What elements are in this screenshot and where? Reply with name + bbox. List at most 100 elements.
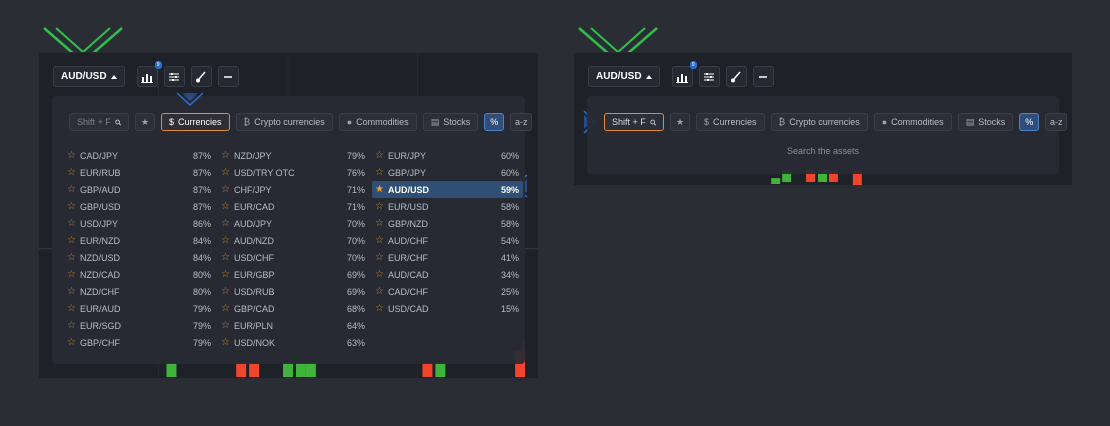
asset-row[interactable]: ☆ EUR/CHF 41% — [372, 249, 523, 266]
asset-row[interactable]: ☆ EUR/RUB 87% — [64, 164, 215, 181]
brush-icon — [731, 71, 741, 82]
star-outline-icon[interactable]: ☆ — [67, 252, 80, 263]
indicators-button[interactable]: 9 — [136, 61, 162, 87]
star-outline-icon[interactable]: ☆ — [221, 252, 234, 263]
asset-selector-button[interactable]: AUD/USD — [588, 66, 660, 87]
star-outline-icon[interactable]: ☆ — [375, 218, 388, 229]
star-outline-icon[interactable]: ☆ — [67, 337, 80, 348]
star-outline-icon[interactable]: ☆ — [221, 201, 234, 212]
asset-row[interactable]: ☆ CAD/JPY 87% — [64, 147, 215, 164]
settings-button[interactable] — [698, 66, 720, 87]
asset-row[interactable]: ☆ USD/TRY OTC 76% — [218, 164, 369, 181]
star-outline-icon[interactable]: ☆ — [67, 184, 80, 195]
star-outline-icon[interactable]: ☆ — [67, 167, 80, 178]
dollar-icon: $ — [704, 117, 710, 127]
asset-row[interactable]: ☆ CHF/JPY 71% — [218, 181, 369, 198]
asset-row[interactable]: ☆ CAD/CHF 25% — [372, 283, 523, 300]
star-outline-icon[interactable]: ☆ — [375, 201, 388, 212]
tab-crypto-currencies[interactable]: ₿ Crypto currencies — [770, 113, 868, 131]
tab-stocks[interactable]: ▤ Stocks — [422, 113, 479, 131]
star-outline-icon[interactable]: ☆ — [67, 201, 80, 212]
star-outline-icon[interactable]: ☆ — [221, 167, 234, 178]
sort-by-percent-button[interactable]: % — [484, 113, 505, 131]
star-filled-icon[interactable]: ★ — [375, 184, 388, 195]
asset-row[interactable]: ☆ GBP/USD 87% — [64, 198, 215, 215]
asset-row[interactable]: ☆ EUR/SGD 79% — [64, 317, 215, 334]
asset-row[interactable]: ☆ USD/CHF 70% — [218, 249, 369, 266]
favorites-tab[interactable]: ★ — [135, 113, 155, 131]
asset-payout: 58% — [500, 218, 519, 229]
asset-search-field[interactable]: Shift + F — [69, 113, 129, 131]
asset-row[interactable]: ☆ NZD/JPY 79% — [218, 147, 369, 164]
sort-alphabetical-button[interactable]: a-z — [510, 113, 533, 131]
sort-by-percent-button[interactable]: % — [1019, 113, 1040, 131]
star-outline-icon[interactable]: ☆ — [67, 235, 80, 246]
star-outline-icon[interactable]: ☆ — [375, 286, 388, 297]
asset-row[interactable]: ☆ AUD/NZD 70% — [218, 232, 369, 249]
star-outline-icon[interactable]: ☆ — [67, 286, 80, 297]
sort-alphabetical-button[interactable]: a-z — [1045, 113, 1068, 131]
star-outline-icon[interactable]: ☆ — [375, 167, 388, 178]
asset-row[interactable]: ☆ GBP/AUD 87% — [64, 181, 215, 198]
asset-row[interactable]: ☆ USD/CAD 15% — [372, 300, 523, 317]
star-outline-icon[interactable]: ☆ — [221, 286, 234, 297]
asset-row[interactable]: ☆ NZD/CAD 80% — [64, 266, 215, 283]
asset-row[interactable]: ★ AUD/USD 59% — [372, 181, 523, 198]
minimize-button[interactable] — [752, 66, 774, 87]
indicators-button[interactable]: 9 — [671, 61, 697, 87]
star-outline-icon[interactable]: ☆ — [67, 218, 80, 229]
star-outline-icon[interactable]: ☆ — [67, 150, 80, 161]
tab-commodities[interactable]: ● Commodities — [873, 113, 952, 131]
asset-row[interactable]: ☆ GBP/NZD 58% — [372, 215, 523, 232]
asset-row[interactable]: ☆ USD/JPY 86% — [64, 215, 215, 232]
star-outline-icon[interactable]: ☆ — [67, 269, 80, 280]
asset-row[interactable]: ☆ EUR/USD 58% — [372, 198, 523, 215]
asset-row[interactable]: ☆ USD/NOK 63% — [218, 334, 369, 351]
star-outline-icon[interactable]: ☆ — [221, 184, 234, 195]
star-outline-icon[interactable]: ☆ — [221, 320, 234, 331]
asset-row[interactable]: ☆ EUR/GBP 69% — [218, 266, 369, 283]
star-outline-icon[interactable]: ☆ — [375, 150, 388, 161]
asset-row[interactable]: ☆ EUR/CAD 71% — [218, 198, 369, 215]
asset-row[interactable]: ☆ NZD/CHF 80% — [64, 283, 215, 300]
star-outline-icon[interactable]: ☆ — [375, 269, 388, 280]
star-outline-icon[interactable]: ☆ — [221, 337, 234, 348]
star-outline-icon[interactable]: ☆ — [221, 269, 234, 280]
asset-row[interactable]: ☆ EUR/AUD 79% — [64, 300, 215, 317]
star-outline-icon[interactable]: ☆ — [221, 235, 234, 246]
tab-commodities[interactable]: ● Commodities — [338, 113, 417, 131]
document-icon: ▤ — [965, 116, 975, 127]
asset-row[interactable]: ☆ AUD/JPY 70% — [218, 215, 369, 232]
drawing-tools-button[interactable] — [190, 66, 212, 87]
tab-crypto-currencies[interactable]: ₿ Crypto currencies — [235, 113, 333, 131]
asset-name: NZD/USD — [80, 252, 120, 263]
star-outline-icon[interactable]: ☆ — [375, 252, 388, 263]
asset-row[interactable]: ☆ GBP/CAD 68% — [218, 300, 369, 317]
tab-currencies[interactable]: $ Currencies — [161, 113, 230, 131]
minimize-button[interactable] — [217, 66, 239, 87]
asset-list: ☆ CAD/JPY 87% ☆ EUR/RUB 87% ☆ GBP/AUD 87% ☆ GBP/US… — [64, 147, 526, 351]
asset-row[interactable]: ☆ EUR/NZD 84% — [64, 232, 215, 249]
asset-row[interactable]: ☆ USD/RUB 69% — [218, 283, 369, 300]
asset-row[interactable]: ☆ AUD/CAD 34% — [372, 266, 523, 283]
asset-row[interactable]: ☆ GBP/JPY 60% — [372, 164, 523, 181]
star-outline-icon[interactable]: ☆ — [67, 320, 80, 331]
asset-row[interactable]: ☆ GBP/CHF 79% — [64, 334, 215, 351]
drawing-tools-button[interactable] — [725, 66, 747, 87]
asset-row[interactable]: ☆ NZD/USD 84% — [64, 249, 215, 266]
asset-row[interactable]: ☆ AUD/CHF 54% — [372, 232, 523, 249]
tab-stocks[interactable]: ▤ Stocks — [957, 113, 1014, 131]
star-outline-icon[interactable]: ☆ — [67, 303, 80, 314]
star-outline-icon[interactable]: ☆ — [221, 150, 234, 161]
star-outline-icon[interactable]: ☆ — [221, 303, 234, 314]
asset-row[interactable]: ☆ EUR/JPY 60% — [372, 147, 523, 164]
settings-button[interactable] — [163, 66, 185, 87]
favorites-tab[interactable]: ★ — [670, 113, 690, 131]
asset-row[interactable]: ☆ EUR/PLN 64% — [218, 317, 369, 334]
asset-selector-button[interactable]: AUD/USD — [53, 66, 125, 87]
star-outline-icon[interactable]: ☆ — [221, 218, 234, 229]
asset-search-field[interactable]: Shift + F — [604, 113, 664, 131]
tab-currencies[interactable]: $ Currencies — [696, 113, 765, 131]
star-outline-icon[interactable]: ☆ — [375, 235, 388, 246]
star-outline-icon[interactable]: ☆ — [375, 303, 388, 314]
